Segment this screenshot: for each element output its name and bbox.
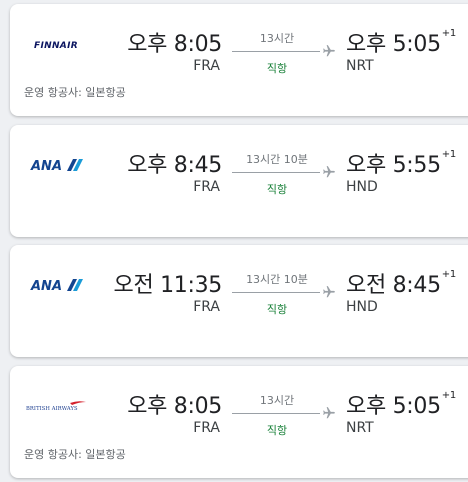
- svg-text:ANA: ANA: [30, 279, 62, 293]
- nonstop-label: 직항: [266, 62, 288, 75]
- departure-airport: FRA: [193, 179, 220, 195]
- day-offset: +1: [441, 28, 456, 39]
- departure-time: 오후 8:05: [127, 32, 222, 57]
- airplane-icon: [323, 407, 335, 419]
- flight-card[interactable]: FINNAIR 오후 8:05 FRA 13시간 직항 오후 5:05+1 NR…: [10, 4, 468, 116]
- nonstop-label: 직항: [266, 183, 288, 196]
- departure-time: 오후 8:05: [127, 394, 222, 419]
- arrival-airport: HND: [346, 299, 378, 315]
- route-line: [232, 292, 320, 293]
- flight-duration: 13시간 10분: [246, 153, 308, 166]
- flight-card[interactable]: ANA 오후 8:45 FRA 13시간 10분 직항 오후 5:55+1 HN…: [10, 125, 468, 237]
- svg-text:BRITISH AIRWAYS: BRITISH AIRWAYS: [26, 406, 78, 412]
- day-offset: +1: [441, 269, 456, 280]
- airline-logo-ana: ANA: [24, 275, 88, 295]
- nonstop-label: 직항: [266, 424, 288, 437]
- airplane-icon: [323, 166, 335, 178]
- departure-airport: FRA: [193, 420, 220, 436]
- svg-text:ANA: ANA: [30, 159, 62, 173]
- arrival-time: 오후 5:05+1: [346, 390, 456, 419]
- departure-time: 오후 8:45: [127, 153, 222, 178]
- arrival-time: 오전 8:45+1: [346, 269, 456, 298]
- route-line: [232, 413, 320, 414]
- airline-logo-british-airways: BRITISH AIRWAYS: [24, 396, 88, 416]
- svg-text:FINNAIR: FINNAIR: [34, 41, 78, 50]
- flight-duration: 13시간: [259, 394, 295, 407]
- arrival-airport: NRT: [346, 58, 374, 74]
- departure-airport: FRA: [193, 299, 220, 315]
- departure-time: 오전 11:35: [113, 273, 223, 298]
- day-offset: +1: [441, 149, 456, 160]
- arrival-airport: NRT: [346, 420, 374, 436]
- operating-carrier: 운영 항공사: 일본항공: [24, 448, 126, 461]
- airplane-icon: [323, 286, 335, 298]
- operating-carrier: 운영 항공사: 일본항공: [24, 86, 126, 99]
- departure-airport: FRA: [193, 58, 220, 74]
- arrival-time: 오후 5:05+1: [346, 28, 456, 57]
- arrival-airport: HND: [346, 179, 378, 195]
- airplane-icon: [323, 45, 335, 57]
- flight-card[interactable]: BRITISH AIRWAYS 오후 8:05 FRA 13시간 직항 오후 5…: [10, 366, 468, 478]
- route-line: [232, 172, 320, 173]
- airline-logo-ana: ANA: [24, 155, 88, 175]
- flight-duration: 13시간 10분: [246, 273, 308, 286]
- flight-results-list: FINNAIR 오후 8:05 FRA 13시간 직항 오후 5:05+1 NR…: [0, 0, 468, 482]
- route-line: [232, 51, 320, 52]
- day-offset: +1: [441, 390, 456, 401]
- flight-card[interactable]: ANA 오전 11:35 FRA 13시간 10분 직항 오전 8:45+1 H…: [10, 245, 468, 357]
- airline-logo-finnair: FINNAIR: [24, 34, 88, 54]
- nonstop-label: 직항: [266, 303, 288, 316]
- flight-duration: 13시간: [259, 32, 295, 45]
- arrival-time: 오후 5:55+1: [346, 149, 456, 178]
